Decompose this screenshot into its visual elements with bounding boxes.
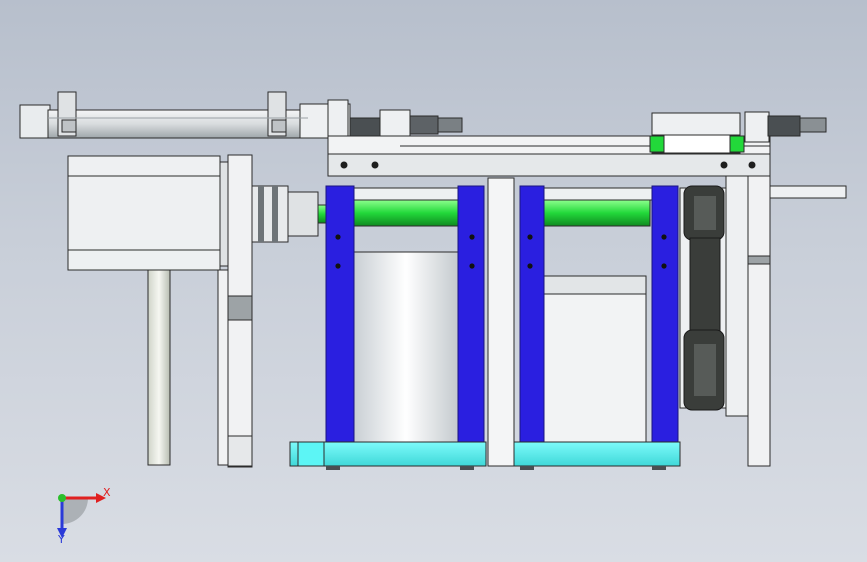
right-support-post <box>725 175 771 467</box>
center-posts <box>487 177 515 467</box>
shaft-coupling <box>251 185 331 243</box>
y-axis-label: Y <box>57 533 65 546</box>
station-2 <box>513 185 681 470</box>
axis-triad: X Y <box>57 486 111 546</box>
timing-belt-drive <box>679 185 727 411</box>
x-axis-label: X <box>103 486 111 499</box>
top-left-cylinder <box>19 91 351 139</box>
motor-legs <box>147 269 229 466</box>
station-1 <box>289 185 487 470</box>
cad-assembly-view: X Y <box>19 91 847 546</box>
